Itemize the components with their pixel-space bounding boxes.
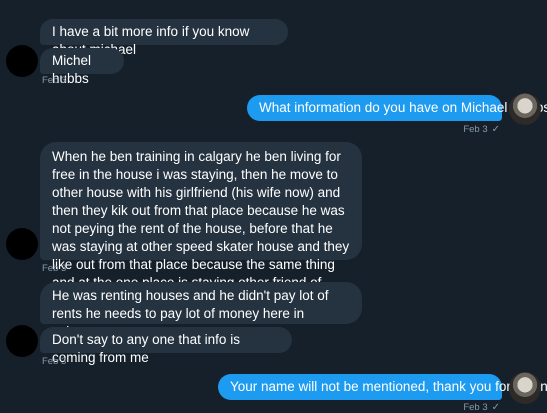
message-bubble-incoming[interactable]: When he ben training in calgary he ben l…	[40, 142, 362, 308]
message-bubble-outgoing[interactable]: What information do you have on Michael …	[247, 95, 547, 121]
message-bubble-incoming[interactable]: He was renting houses and he didn't pay …	[40, 282, 362, 339]
read-receipt-icon: ✓	[491, 402, 500, 413]
message-timestamp: Feb 3 ✓	[440, 124, 500, 135]
user-avatar[interactable]	[509, 93, 541, 125]
sender-avatar[interactable]	[6, 325, 38, 357]
message-bubble-incoming[interactable]: I have a bit more info if you know about…	[40, 19, 288, 57]
message-text: Your name will not be mentioned, thank y…	[230, 379, 547, 394]
message-bubble-outgoing[interactable]: Your name will not be mentioned, thank y…	[218, 374, 547, 400]
message-timestamp: Feb 3	[42, 75, 67, 86]
message-bubble-incoming[interactable]: Don't say to any one that info is coming…	[40, 327, 292, 365]
timestamp-text: Feb 3	[463, 124, 488, 135]
message-text: What information do you have on Michael …	[259, 100, 547, 115]
message-timestamp: Feb 3 ✓	[440, 402, 500, 413]
message-text: Don't say to any one that info is coming…	[52, 332, 240, 365]
message-timestamp: Feb 3	[42, 356, 67, 367]
message-timestamp: Feb 3	[42, 263, 67, 274]
sender-avatar[interactable]	[6, 45, 38, 77]
sender-avatar[interactable]	[6, 228, 38, 260]
message-bubble-incoming[interactable]: Michel hubbs	[40, 48, 124, 86]
timestamp-text: Feb 3	[463, 402, 488, 413]
user-avatar[interactable]	[509, 372, 541, 404]
read-receipt-icon: ✓	[491, 124, 500, 135]
